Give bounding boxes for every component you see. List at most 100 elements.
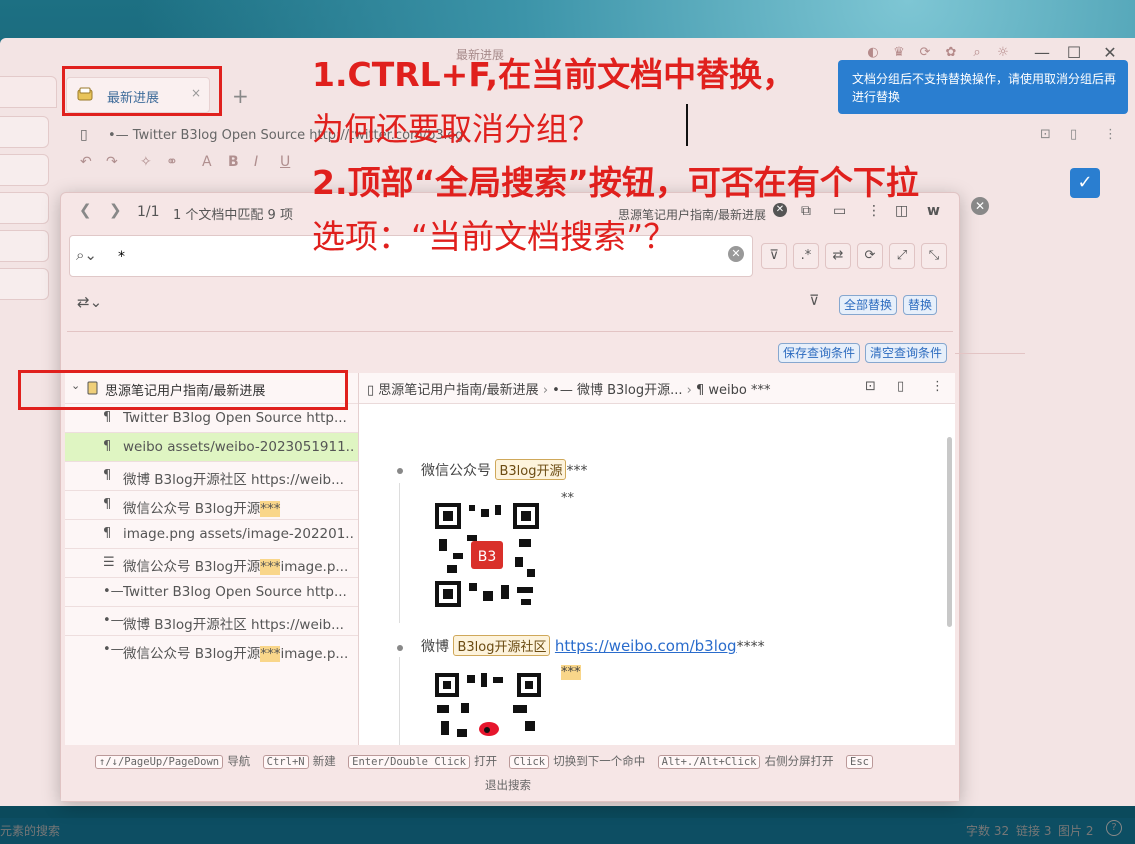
result-row[interactable]: •— 微信公众号 B3log开源***image.p... [65, 635, 358, 665]
shortcut-text: 切换到下一个命中 [553, 754, 646, 768]
sidebar-item[interactable] [0, 230, 49, 262]
text-color-icon[interactable]: A [202, 154, 212, 170]
more-icon[interactable]: ⋮ [1104, 127, 1117, 142]
undo-icon[interactable]: ↶ [80, 154, 92, 170]
collapse-icon[interactable]: ⤡ [921, 243, 947, 269]
redo-icon[interactable]: ↷ [106, 154, 118, 170]
result-row[interactable]: ☰ 微信公众号 B3log开源***image.p... [65, 548, 358, 578]
window-icon[interactable]: w [927, 203, 940, 219]
replace-all-button[interactable]: 全部替换 [839, 295, 898, 315]
result-text-tail: image.p... [280, 559, 349, 575]
list-bullet [397, 645, 403, 651]
save-query-button[interactable]: 保存查询条件 [778, 343, 861, 363]
crumb-block[interactable]: ¶ weibo *** [696, 383, 770, 398]
tag[interactable]: B3log开源社区 [453, 635, 551, 656]
more-icon[interactable]: ⋮ [931, 379, 944, 394]
folder-icon[interactable]: ▭ [833, 203, 846, 219]
qr-image: B3 [435, 503, 539, 607]
notification-toast[interactable]: 文档分组后不支持替换操作，请使用取消分组后再进行替换 [838, 60, 1128, 114]
qr-image [435, 673, 541, 740]
bold-icon[interactable]: B [228, 154, 239, 170]
help-icon[interactable]: ? [1106, 820, 1122, 836]
split-icon[interactable]: ◫ [895, 203, 908, 219]
list-icon: ☰ [103, 555, 115, 570]
regex-icon[interactable]: .* [793, 243, 819, 269]
result-text-main: 微信公众号 B3log开源 [123, 646, 261, 662]
inline-marker: ** [561, 491, 574, 506]
clear-icon[interactable]: ✕ [728, 246, 744, 262]
paragraph-icon: ¶ [103, 468, 112, 483]
result-row[interactable]: ¶ 微信公众号 B3log开源*** [65, 490, 358, 520]
sidebar-item[interactable] [0, 268, 49, 300]
lock-icon[interactable]: ⊡ [1040, 127, 1051, 142]
search-footer: ↑/↓/PageUp/PageDown 导航 Ctrl+N 新建 Enter/D… [61, 745, 959, 801]
filter-icon[interactable]: ⊽ [761, 243, 787, 269]
paragraph-icon: ¶ [103, 497, 112, 512]
image-count: 图片 2 [1058, 824, 1094, 838]
add-tab-button[interactable]: + [232, 84, 249, 108]
italic-icon[interactable]: I [254, 154, 258, 170]
result-row[interactable]: •— Twitter B3log Open Source http... [65, 577, 358, 607]
crumb-doc[interactable]: 思源笔记用户指南/最新进展 [378, 383, 538, 398]
sidebar-item[interactable] [0, 116, 49, 148]
copy-icon[interactable]: ⧉ [801, 203, 811, 219]
shortcut-text: 退出搜索 [485, 778, 531, 792]
link-icon[interactable]: ⚭ [166, 154, 178, 170]
expand-icon[interactable]: ⤢ [889, 243, 915, 269]
result-row[interactable]: ¶ weibo assets/weibo-2023051911... [65, 432, 358, 462]
list-item-icon: •— [103, 642, 124, 657]
crumb-list[interactable]: •— 微博 B3log开源... [552, 383, 682, 398]
divider [955, 353, 1025, 354]
result-text-main: Twitter B3log Open Source http... [123, 584, 347, 600]
filter-icon[interactable]: ⊽ [809, 293, 819, 309]
sidebar-tab[interactable] [0, 76, 57, 108]
svg-text:B3: B3 [478, 549, 497, 565]
prev-icon[interactable]: ❮ [79, 201, 92, 219]
divider [67, 331, 953, 332]
format-icon[interactable]: ✧ [140, 154, 152, 170]
search-dialog: ❮ ❯ 1/1 1 个文档中匹配 9 项 思源笔记用户指南/最新进展 ✕ ⧉ ▭… [60, 192, 1025, 802]
result-text: Twitter B3log Open Source http... [123, 410, 355, 426]
result-row[interactable]: •— 微博 B3log开源社区 https://weib... [65, 606, 358, 636]
underline-icon[interactable]: U [280, 154, 290, 170]
kbd: Click [509, 755, 550, 769]
result-text: weibo assets/weibo-2023051911... [123, 439, 355, 455]
more-icon[interactable]: ⋮ [867, 203, 881, 219]
replace-button[interactable]: 替换 [903, 295, 938, 315]
search-icon[interactable]: ⌕⌄ [76, 246, 97, 264]
left-sidebar [0, 76, 58, 796]
shortcut-text: 打开 [474, 754, 498, 768]
replace-mode-icon[interactable]: ⇄ [825, 243, 851, 269]
list-item: 微信公众号 B3log开源 *** [421, 459, 587, 480]
close-dialog-icon[interactable]: ✕ [971, 197, 989, 215]
doc-icon[interactable]: ▯ [897, 379, 904, 394]
result-row[interactable]: ¶ 微博 B3log开源社区 https://weib... [65, 461, 358, 491]
tag[interactable]: B3log开源 [495, 459, 567, 480]
result-text: 微博 B3log开源社区 https://weib... [123, 468, 355, 488]
clear-query-button[interactable]: 清空查询条件 [865, 343, 948, 363]
doc-icon[interactable]: ▯ [1070, 127, 1077, 142]
next-icon[interactable]: ❯ [109, 201, 122, 219]
status-bar: 元素的搜索 字数 32 链接 3 图片 2 ? [0, 814, 1135, 844]
weibo-link[interactable]: https://weibo.com/b3log [555, 637, 737, 655]
inline-marker: *** [561, 665, 581, 680]
result-text: 微信公众号 B3log开源*** [123, 497, 355, 517]
refresh-icon[interactable]: ⟳ [857, 243, 883, 269]
replace-icon[interactable]: ⇄⌄ [77, 293, 102, 311]
sidebar-item[interactable] [0, 154, 49, 186]
scrollbar[interactable] [947, 437, 952, 627]
qr-code-wechat: B3 [427, 495, 547, 615]
result-text: 微博 B3log开源社区 https://weib... [123, 613, 355, 633]
item-label: 微信公众号 [421, 463, 491, 479]
status-left: 元素的搜索 [0, 824, 61, 838]
lock-icon[interactable]: ⊡ [865, 379, 876, 394]
match-highlight: *** [260, 501, 281, 517]
clear-path-icon[interactable]: ✕ [773, 203, 787, 217]
result-text-main: 微信公众号 B3log开源 [123, 559, 261, 575]
chevron-right-icon: › [686, 383, 696, 398]
sidebar-item[interactable] [0, 192, 49, 224]
result-text: 微信公众号 B3log开源***image.p... [123, 555, 355, 575]
result-text-main: 微信公众号 B3log开源 [123, 501, 261, 517]
result-row[interactable]: ¶ image.png assets/image-202201... [65, 519, 358, 549]
check-icon[interactable]: ✓ [1070, 168, 1100, 198]
